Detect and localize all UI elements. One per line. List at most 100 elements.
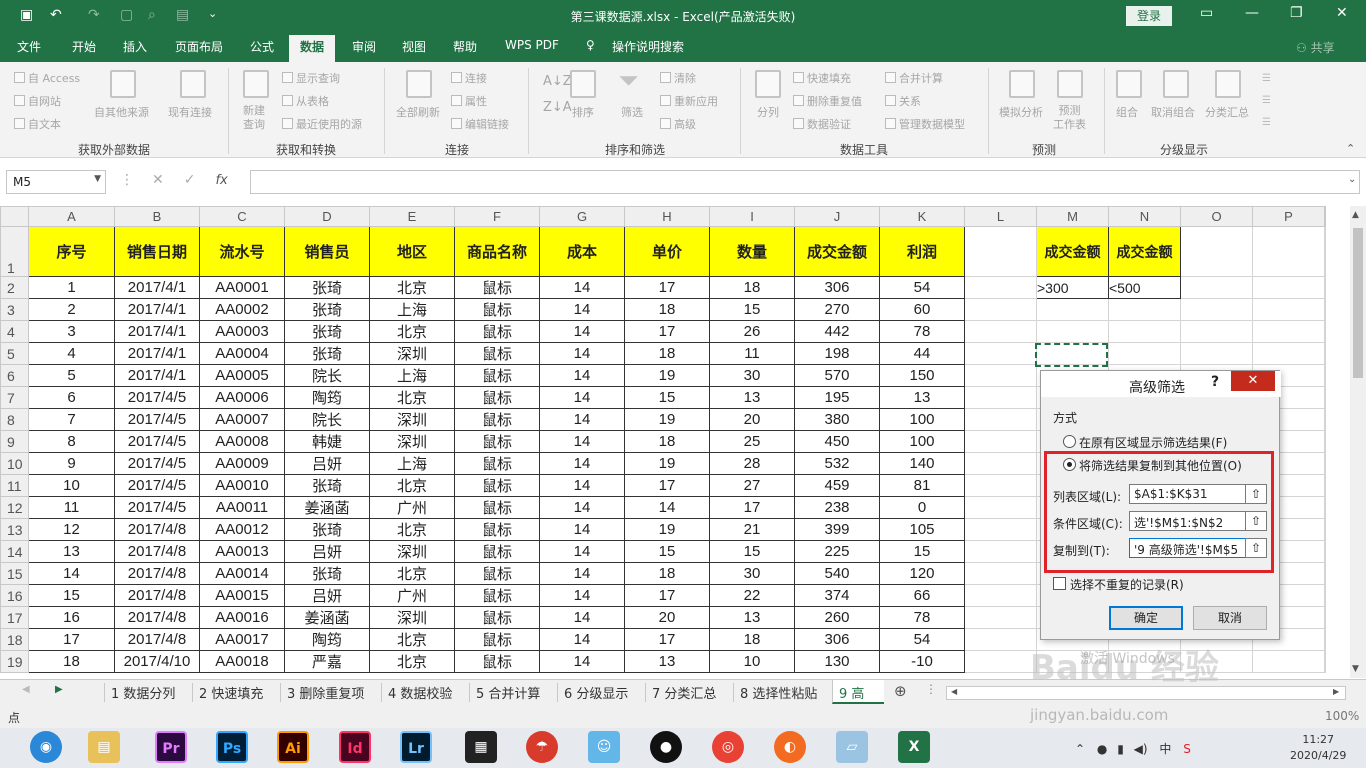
column-header-n[interactable]: N — [1108, 206, 1181, 227]
excel-taskbar-icon[interactable]: X — [898, 731, 930, 763]
qq-tray-icon[interactable]: ● — [1097, 742, 1107, 756]
data-cell[interactable]: 540 — [794, 562, 880, 585]
data-cell[interactable]: 6 — [28, 386, 115, 409]
data-cell[interactable]: 2017/4/5 — [114, 474, 200, 497]
data-cell[interactable]: AA0017 — [199, 628, 285, 651]
from-other-sources-button[interactable]: 自其他来源 — [94, 104, 149, 120]
row-header[interactable]: 7 — [0, 386, 29, 409]
data-cell[interactable]: 鼠标 — [454, 408, 540, 431]
data-cell[interactable]: 18 — [709, 276, 795, 299]
data-cell[interactable]: 姜涵菡 — [284, 606, 370, 629]
data-cell[interactable]: 9 — [28, 452, 115, 475]
data-cell[interactable]: 深圳 — [369, 342, 455, 365]
cell[interactable] — [964, 452, 1037, 475]
data-cell[interactable]: 100 — [879, 430, 965, 453]
data-cell[interactable]: 鼠标 — [454, 518, 540, 541]
cell[interactable] — [1324, 650, 1326, 673]
data-cell[interactable]: 18 — [28, 650, 115, 673]
data-cell[interactable]: 19 — [624, 408, 710, 431]
cell[interactable] — [1324, 276, 1326, 299]
data-cell[interactable]: 21 — [709, 518, 795, 541]
cell[interactable] — [1324, 474, 1326, 497]
cell[interactable] — [1036, 298, 1109, 321]
tab-help[interactable]: 帮助 — [453, 38, 477, 55]
data-cell[interactable]: 鼠标 — [454, 298, 540, 321]
data-cell[interactable]: 306 — [794, 628, 880, 651]
premiere-icon[interactable]: Pr — [155, 731, 187, 763]
select-all-corner[interactable] — [0, 206, 29, 227]
data-cell[interactable]: 25 — [709, 430, 795, 453]
data-cell[interactable]: 238 — [794, 496, 880, 519]
data-cell[interactable]: 鼠标 — [454, 496, 540, 519]
row-header[interactable]: 1 — [0, 226, 29, 277]
cell[interactable] — [1252, 226, 1325, 277]
data-cell[interactable]: 17 — [28, 628, 115, 651]
insert-function-icon[interactable]: fx — [215, 173, 227, 188]
row-header[interactable]: 6 — [0, 364, 29, 387]
video-editor-icon[interactable]: ▦ — [465, 731, 497, 763]
data-cell[interactable]: 14 — [28, 562, 115, 585]
data-cell[interactable]: 14 — [539, 518, 625, 541]
data-cell[interactable]: 27 — [709, 474, 795, 497]
edit-links-button[interactable]: 编辑链接 — [451, 116, 509, 132]
data-cell[interactable]: 78 — [879, 320, 965, 343]
data-cell[interactable]: 鼠标 — [454, 584, 540, 607]
data-cell[interactable]: 18 — [624, 430, 710, 453]
from-web-button[interactable]: 自网站 — [14, 93, 61, 109]
column-header-b[interactable]: B — [114, 206, 200, 227]
qq-icon[interactable]: ● — [650, 731, 682, 763]
cell[interactable] — [1324, 562, 1326, 585]
data-cell[interactable]: 14 — [539, 430, 625, 453]
close-window-icon[interactable]: ✕ — [1336, 5, 1348, 21]
clock[interactable]: 11:27 2020/4/29 — [1290, 732, 1346, 764]
data-cell[interactable]: 2017/4/5 — [114, 408, 200, 431]
from-text-button[interactable]: 自文本 — [14, 116, 61, 132]
relationships-button[interactable]: 关系 — [885, 93, 921, 109]
data-cell[interactable]: 18 — [624, 298, 710, 321]
data-cell[interactable]: AA0013 — [199, 540, 285, 563]
data-cell[interactable]: AA0012 — [199, 518, 285, 541]
header-cell[interactable]: 地区 — [369, 226, 455, 277]
cell[interactable] — [964, 226, 1037, 277]
data-cell[interactable]: 陶筠 — [284, 386, 370, 409]
data-cell[interactable]: 13 — [709, 606, 795, 629]
data-cell[interactable]: AA0004 — [199, 342, 285, 365]
column-header-l[interactable]: L — [964, 206, 1037, 227]
data-cell[interactable]: 上海 — [369, 452, 455, 475]
text-to-columns-button[interactable]: 分列 — [757, 104, 779, 120]
row-header[interactable]: 11 — [0, 474, 29, 497]
cell[interactable] — [1108, 298, 1181, 321]
data-cell[interactable]: 2017/4/5 — [114, 430, 200, 453]
data-cell[interactable]: 54 — [879, 276, 965, 299]
data-cell[interactable]: 15 — [709, 298, 795, 321]
data-cell[interactable]: 深圳 — [369, 430, 455, 453]
data-cell[interactable]: 22 — [709, 584, 795, 607]
data-cell[interactable]: 北京 — [369, 518, 455, 541]
manage-data-model-button[interactable]: 管理数据模型 — [885, 116, 965, 132]
data-cell[interactable]: 19 — [624, 518, 710, 541]
cell[interactable] — [964, 298, 1037, 321]
data-cell[interactable]: 81 — [879, 474, 965, 497]
cell[interactable] — [964, 628, 1037, 651]
add-sheet-icon[interactable]: ⊕ — [894, 682, 907, 700]
column-header-a[interactable]: A — [28, 206, 115, 227]
data-cell[interactable]: 2017/4/8 — [114, 540, 200, 563]
data-cell[interactable]: 78 — [879, 606, 965, 629]
cell[interactable] — [1324, 342, 1326, 365]
umbrella-app-icon[interactable]: ☂ — [526, 731, 558, 763]
tab-review[interactable]: 审阅 — [352, 38, 376, 55]
data-cell[interactable]: 120 — [879, 562, 965, 585]
header-cell[interactable]: 数量 — [709, 226, 795, 277]
data-cell[interactable]: 18 — [624, 562, 710, 585]
cell[interactable] — [1108, 320, 1181, 343]
data-cell[interactable]: 14 — [539, 496, 625, 519]
cancel-icon[interactable]: ✕ — [152, 172, 164, 188]
scroll-left-icon[interactable]: ◀ — [951, 687, 957, 696]
data-cell[interactable]: AA0011 — [199, 496, 285, 519]
cell[interactable] — [1180, 276, 1253, 299]
data-cell[interactable]: 17 — [624, 474, 710, 497]
enter-icon[interactable]: ✓ — [184, 172, 196, 188]
header-cell[interactable]: 序号 — [28, 226, 115, 277]
data-cell[interactable]: 105 — [879, 518, 965, 541]
restore-icon[interactable]: ❐ — [1290, 5, 1303, 21]
